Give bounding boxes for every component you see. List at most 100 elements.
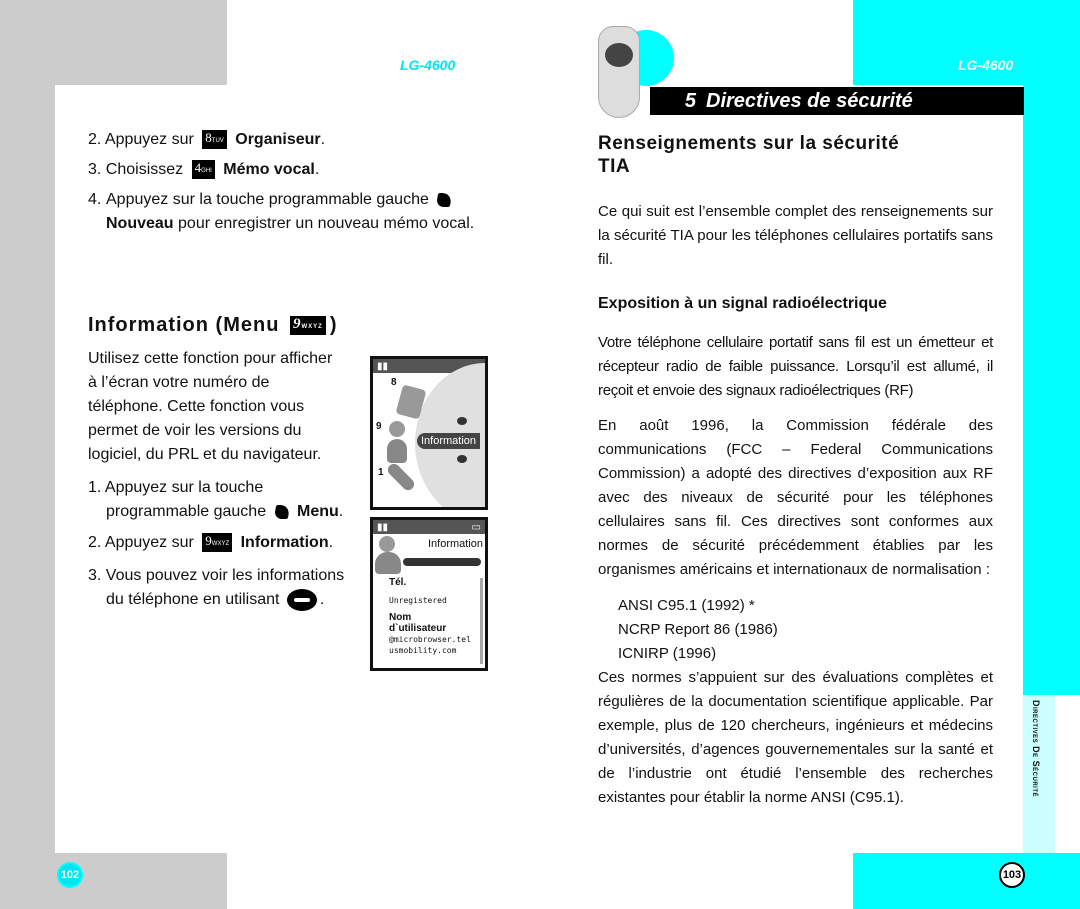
field-label-utilisateur: d`utilisateur bbox=[389, 623, 447, 634]
step-number: 1. bbox=[88, 479, 102, 496]
intro-paragraph: Utilisez cette fonction pour afficher à … bbox=[88, 347, 368, 467]
step-number: 3. bbox=[88, 161, 102, 178]
phone-illustration bbox=[598, 26, 640, 118]
punct: . bbox=[338, 503, 344, 520]
heading-line: Renseignements sur la sécurité bbox=[598, 133, 900, 154]
status-bar: ▮▮ ▭ bbox=[373, 520, 485, 534]
field-value-user: @microbrowser.tel bbox=[389, 635, 471, 644]
key-9-icon: 9WXYZ bbox=[202, 533, 233, 553]
paragraph-standards: Ces normes s’appuient sur des évaluation… bbox=[598, 669, 993, 806]
menu-name: Organiseur bbox=[235, 131, 321, 148]
key-letters: GHI bbox=[201, 168, 212, 175]
step-number: 2. bbox=[88, 534, 102, 551]
step-text: Appuyez sur bbox=[104, 534, 194, 551]
signal-icon: ▮▮ bbox=[377, 360, 389, 372]
right-page-frame-side bbox=[1023, 85, 1080, 695]
menu-item-number: 1 bbox=[378, 467, 384, 478]
chapter-number: 5 bbox=[684, 90, 696, 112]
key-8-icon: 8TUV bbox=[202, 130, 227, 150]
step-text: Appuyez sur la touche programmable gauch… bbox=[106, 191, 429, 208]
standard-item: ANSI C95.1 (1992) * bbox=[618, 597, 755, 614]
left-page-frame-side bbox=[0, 85, 55, 853]
person-body-icon bbox=[375, 552, 401, 574]
phone-screen-menu: ▮▮▭ 8 9 Information 1 bbox=[370, 356, 488, 510]
navigation-key-icon bbox=[286, 588, 317, 611]
intro-paragraph: Ce qui suit est l’ensemble complet des r… bbox=[598, 203, 993, 268]
section-title-text: Information (Menu bbox=[88, 314, 280, 336]
phone-handset-icon bbox=[385, 461, 417, 493]
side-section-label: Directives De Sécurité bbox=[1031, 700, 1041, 798]
person-head-icon bbox=[379, 536, 395, 552]
standards-list: ANSI C95.1 (1992) * NCRP Report 86 (1986… bbox=[618, 594, 778, 666]
punct: . bbox=[314, 161, 320, 178]
step-text: Appuyez sur bbox=[104, 131, 194, 148]
section-title-close: ) bbox=[329, 314, 338, 336]
tab-indicator bbox=[403, 558, 481, 566]
paragraph-rf: Votre téléphone cellulaire portatif sans… bbox=[598, 334, 993, 399]
intro-line: à l’écran votre numéro de bbox=[88, 374, 270, 391]
key-letters: WXYZ bbox=[301, 324, 323, 331]
punct: . bbox=[328, 534, 334, 551]
field-label-nom: Nom bbox=[389, 612, 412, 623]
key-letters: WXYZ bbox=[211, 541, 230, 548]
step-number: 4. bbox=[88, 191, 102, 208]
page-number-left: 102 bbox=[57, 862, 83, 888]
chapter-title: Directives de sécurité bbox=[706, 90, 913, 112]
key-digit: 9 bbox=[293, 316, 302, 333]
standard-item: ICNIRP (1996) bbox=[618, 645, 717, 662]
left-page-frame-bottom bbox=[0, 853, 227, 909]
intro-line: permet de voir les versions du bbox=[88, 422, 302, 439]
punct: . bbox=[319, 591, 325, 608]
paragraph-fcc: En août 1996, la Commission fédérale des… bbox=[598, 417, 993, 578]
up-arrow-icon bbox=[457, 417, 467, 425]
key-4-icon: 4GHI bbox=[191, 160, 215, 180]
battery-icon: ▭ bbox=[471, 521, 481, 533]
person-body-icon bbox=[387, 439, 407, 463]
left-softkey-icon bbox=[273, 504, 290, 519]
section-heading: Renseignements sur la sécurité TIA bbox=[598, 132, 899, 178]
model-label-left: LG-4600 bbox=[400, 57, 456, 73]
menu-item-number: 9 bbox=[376, 421, 382, 432]
menu-name: Mémo vocal bbox=[223, 161, 315, 178]
softkey-label: Menu bbox=[297, 503, 339, 520]
chapter-title-bar: 5 Directives de sécurité bbox=[650, 87, 1024, 115]
step-text: du téléphone en utilisant bbox=[106, 591, 280, 608]
menu-item-number: 8 bbox=[391, 377, 397, 388]
right-page-frame-bottom bbox=[853, 853, 1080, 909]
page-number-right: 103 bbox=[999, 862, 1025, 888]
step-text: Vous pouvez voir les informations bbox=[105, 567, 345, 584]
step-number: 3. bbox=[88, 567, 102, 584]
person-head-icon bbox=[389, 421, 405, 437]
model-label-right: LG-4600 bbox=[958, 57, 1014, 73]
standard-item: NCRP Report 86 (1986) bbox=[618, 621, 778, 638]
step-text-rest: pour enregistrer un nouveau mémo vocal. bbox=[178, 215, 475, 232]
scrollbar[interactable] bbox=[480, 578, 483, 664]
step-organiser: 2. Appuyez sur 8TUV Organiseur. bbox=[88, 128, 325, 152]
heading-line: TIA bbox=[598, 156, 631, 177]
step-information: 2. Appuyez sur 9WXYZ Information. bbox=[88, 531, 333, 555]
left-softkey-icon bbox=[436, 192, 453, 207]
key-9-icon: 9WXYZ bbox=[290, 316, 326, 336]
field-label-tel: Tél. bbox=[389, 577, 407, 588]
left-page-frame-top bbox=[0, 0, 227, 85]
step-nouveau: 4. Appuyez sur la touche programmable ga… bbox=[88, 188, 488, 236]
down-arrow-icon bbox=[457, 455, 467, 463]
field-value-tel: Unregistered bbox=[389, 596, 447, 605]
step-memo-vocal: 3. Choisissez 4GHI Mémo vocal. bbox=[88, 158, 319, 182]
step-number: 2. bbox=[88, 131, 102, 148]
subheading: Exposition à un signal radioélectrique bbox=[598, 295, 887, 312]
intro-line: logiciel, du PRL et du navigateur. bbox=[88, 446, 322, 463]
intro-line: téléphone. Cette fonction vous bbox=[88, 398, 305, 415]
step-text: programmable gauche bbox=[106, 503, 267, 520]
punct: . bbox=[320, 131, 326, 148]
section-title: Information (Menu 9WXYZ) bbox=[88, 314, 338, 337]
step-navigate: 3. Vous pouvez voir les informations du … bbox=[88, 564, 344, 612]
side-tab-gap bbox=[1055, 695, 1080, 853]
phone-screen-information: ▮▮ ▭ Information Tél. Unregistered Nom d`… bbox=[370, 517, 488, 671]
step-text: Appuyez sur la touche bbox=[104, 479, 264, 496]
menu-selected-label: Information bbox=[417, 433, 481, 449]
softkey-label: Nouveau bbox=[106, 215, 174, 232]
field-value-user-domain: usmobility.com bbox=[389, 646, 457, 655]
screen-title: Information bbox=[427, 538, 483, 550]
key-letters: TUV bbox=[211, 138, 224, 145]
